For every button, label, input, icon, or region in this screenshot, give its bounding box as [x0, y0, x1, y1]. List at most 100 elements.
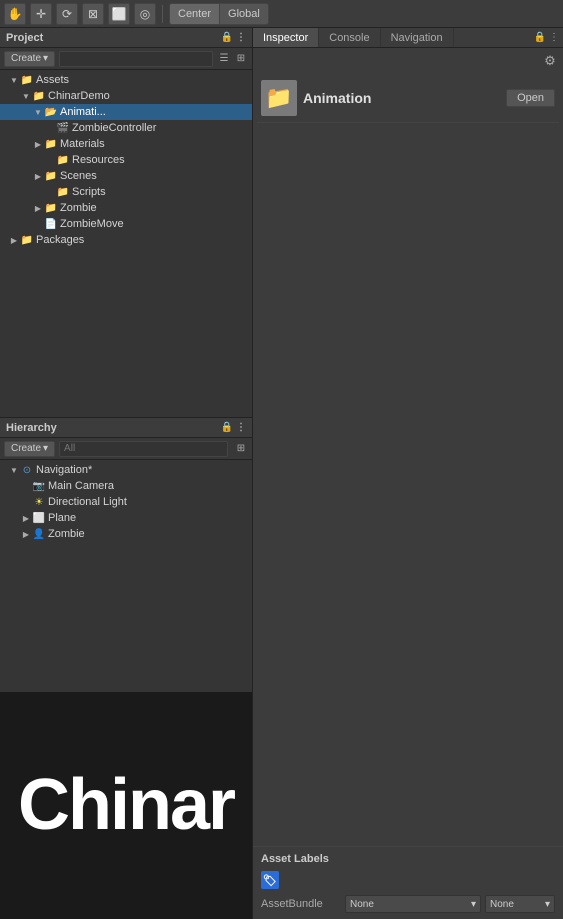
asset-labels-title: Asset Labels	[261, 853, 555, 865]
hierarchy-filter-icon[interactable]: ⊞	[234, 442, 248, 456]
project-panel-icons: ☰ ⊞	[217, 52, 248, 66]
zombiemove-label: ZombieMove	[60, 218, 124, 230]
assetbundle-key: AssetBundle	[261, 898, 341, 910]
dropdown2-arrow: ▾	[545, 899, 550, 910]
dropdown1-arrow: ▾	[471, 899, 476, 910]
inspector-gear-button[interactable]: ⚙	[541, 52, 559, 70]
tree-item-zombie-hierarchy[interactable]: ▶ 👤 Zombie	[0, 526, 252, 542]
materials-folder-icon: 📁	[44, 137, 58, 151]
packages-arrow: ▶	[8, 234, 20, 246]
hierarchy-panel-header: Hierarchy 🔒 ⋮	[0, 418, 252, 438]
zombie-hierarchy-label: Zombie	[48, 528, 85, 540]
assetbundle-dropdown2-value: None	[490, 899, 514, 910]
packages-folder-icon: 📁	[20, 233, 34, 247]
hierarchy-toolbar: Create ▾ ⊞	[0, 438, 252, 460]
project-tree: ▼ 📁 Assets ▼ 📁 ChinarDemo ▼ 📂 Animati...	[0, 70, 252, 417]
navigation-scene-icon: ⊙	[20, 463, 34, 477]
hierarchy-create-arrow: ▾	[43, 443, 48, 454]
tab-navigation[interactable]: Navigation	[381, 28, 454, 47]
tab-lock-icon[interactable]: 🔒	[534, 32, 546, 43]
tree-item-scenes[interactable]: ▶ 📁 Scenes	[0, 168, 252, 184]
project-panel-title: Project	[6, 32, 43, 44]
inspector-tab-label: Inspector	[263, 32, 308, 44]
inspector-header: 📁 Animation Open	[257, 74, 559, 123]
gear-row: ⚙	[257, 52, 559, 70]
center-option[interactable]: Center	[170, 4, 220, 24]
folder-emoji: 📁	[265, 85, 292, 111]
tab-console[interactable]: Console	[319, 28, 380, 47]
global-option[interactable]: Global	[220, 4, 268, 24]
asset-bundle-row: AssetBundle None ▾ None ▾	[261, 895, 555, 913]
navigation-scene-arrow: ▼	[8, 464, 20, 476]
tree-item-directional-light[interactable]: ☀ Directional Light	[0, 494, 252, 510]
move-tool-button[interactable]: ✛	[30, 3, 52, 25]
plane-label: Plane	[48, 512, 76, 524]
tab-more-icon[interactable]: ⋮	[549, 32, 559, 43]
inspector-spacer	[253, 451, 563, 846]
assetbundle-dropdown2[interactable]: None ▾	[485, 895, 555, 913]
create-label: Create	[11, 53, 41, 64]
hierarchy-create-button[interactable]: Create ▾	[4, 441, 55, 457]
tree-item-resources[interactable]: 📁 Resources	[0, 152, 252, 168]
tree-item-zombiemove[interactable]: 📄 ZombieMove	[0, 216, 252, 232]
hand-tool-button[interactable]: ✋	[4, 3, 26, 25]
scenes-label: Scenes	[60, 170, 97, 182]
tree-item-zombie[interactable]: ▶ 📁 Zombie	[0, 200, 252, 216]
asset-labels-section: Asset Labels 🏷 AssetBundle None ▾ None ▾	[253, 846, 563, 919]
tree-item-packages[interactable]: ▶ 📁 Packages	[0, 232, 252, 248]
scale-tool-button[interactable]: ⊠	[82, 3, 104, 25]
animation-folder-icon: 📂	[44, 105, 58, 119]
tree-item-animation[interactable]: ▼ 📂 Animati...	[0, 104, 252, 120]
tree-item-main-camera[interactable]: 📷 Main Camera	[0, 478, 252, 494]
transform-tool-button[interactable]: ◎	[134, 3, 156, 25]
inspector-content: ⚙ 📁 Animation Open	[253, 48, 563, 451]
inspector-title: Animation	[303, 90, 371, 106]
gear-icon: ⚙	[544, 53, 556, 69]
rotate-tool-button[interactable]: ⟳	[56, 3, 78, 25]
assetbundle-dropdown1-value: None	[350, 899, 374, 910]
lock-icon[interactable]: 🔒	[221, 32, 233, 43]
project-list-icon[interactable]: ☰	[217, 52, 231, 66]
project-grid-icon[interactable]: ⊞	[234, 52, 248, 66]
project-panel: Project 🔒 ⋮ Create ▾ ☰ ⊞	[0, 28, 252, 418]
tree-item-assets[interactable]: ▼ 📁 Assets	[0, 72, 252, 88]
hierarchy-panel: Hierarchy 🔒 ⋮ Create ▾ ⊞ ▼ ⊙	[0, 418, 252, 919]
tree-item-zombiecontroller[interactable]: 🎬 ZombieController	[0, 120, 252, 136]
zombie-hierarchy-arrow: ▶	[20, 528, 32, 540]
zombie-label: Zombie	[60, 202, 97, 214]
hierarchy-search-input[interactable]	[59, 441, 228, 457]
open-button[interactable]: Open	[506, 89, 555, 107]
left-panel: Project 🔒 ⋮ Create ▾ ☰ ⊞	[0, 28, 253, 919]
assets-label: Assets	[36, 74, 69, 86]
animation-label: Animati...	[60, 106, 106, 118]
hierarchy-header-icons: 🔒 ⋮	[221, 422, 246, 433]
scripts-label: Scripts	[72, 186, 106, 198]
project-header-icons: 🔒 ⋮	[221, 32, 246, 43]
hierarchy-panel-title: Hierarchy	[6, 422, 57, 434]
materials-label: Materials	[60, 138, 105, 150]
rect-tool-button[interactable]: ⬜	[108, 3, 130, 25]
hierarchy-create-label: Create	[11, 443, 41, 454]
tree-item-chinardemo[interactable]: ▼ 📁 ChinarDemo	[0, 88, 252, 104]
plane-icon: ⬜	[32, 511, 46, 525]
assetbundle-dropdown1[interactable]: None ▾	[345, 895, 481, 913]
project-search-input[interactable]	[59, 51, 213, 67]
hierarchy-lock-icon[interactable]: 🔒	[221, 422, 233, 433]
hierarchy-tree: ▼ ⊙ Navigation* 📷 Main Camera ☀ Directio…	[0, 460, 252, 692]
tree-item-scripts[interactable]: 📁 Scripts	[0, 184, 252, 200]
resources-folder-icon: 📁	[56, 153, 70, 167]
hierarchy-more-icon[interactable]: ⋮	[236, 422, 246, 433]
tree-item-navigation-scene[interactable]: ▼ ⊙ Navigation*	[0, 462, 252, 478]
tree-item-plane[interactable]: ▶ ⬜ Plane	[0, 510, 252, 526]
pivot-toggle[interactable]: Center Global	[169, 3, 269, 25]
zombiecontroller-label: ZombieController	[72, 122, 156, 134]
main-toolbar: ✋ ✛ ⟳ ⊠ ⬜ ◎ Center Global	[0, 0, 563, 28]
tab-inspector[interactable]: Inspector	[253, 28, 319, 47]
materials-arrow: ▶	[32, 138, 44, 150]
plane-arrow: ▶	[20, 512, 32, 524]
more-icon[interactable]: ⋮	[236, 32, 246, 43]
create-button[interactable]: Create ▾	[4, 51, 55, 67]
tree-item-materials[interactable]: ▶ 📁 Materials	[0, 136, 252, 152]
scripts-folder-icon: 📁	[56, 185, 70, 199]
inspector-folder-icon: 📁	[261, 80, 297, 116]
